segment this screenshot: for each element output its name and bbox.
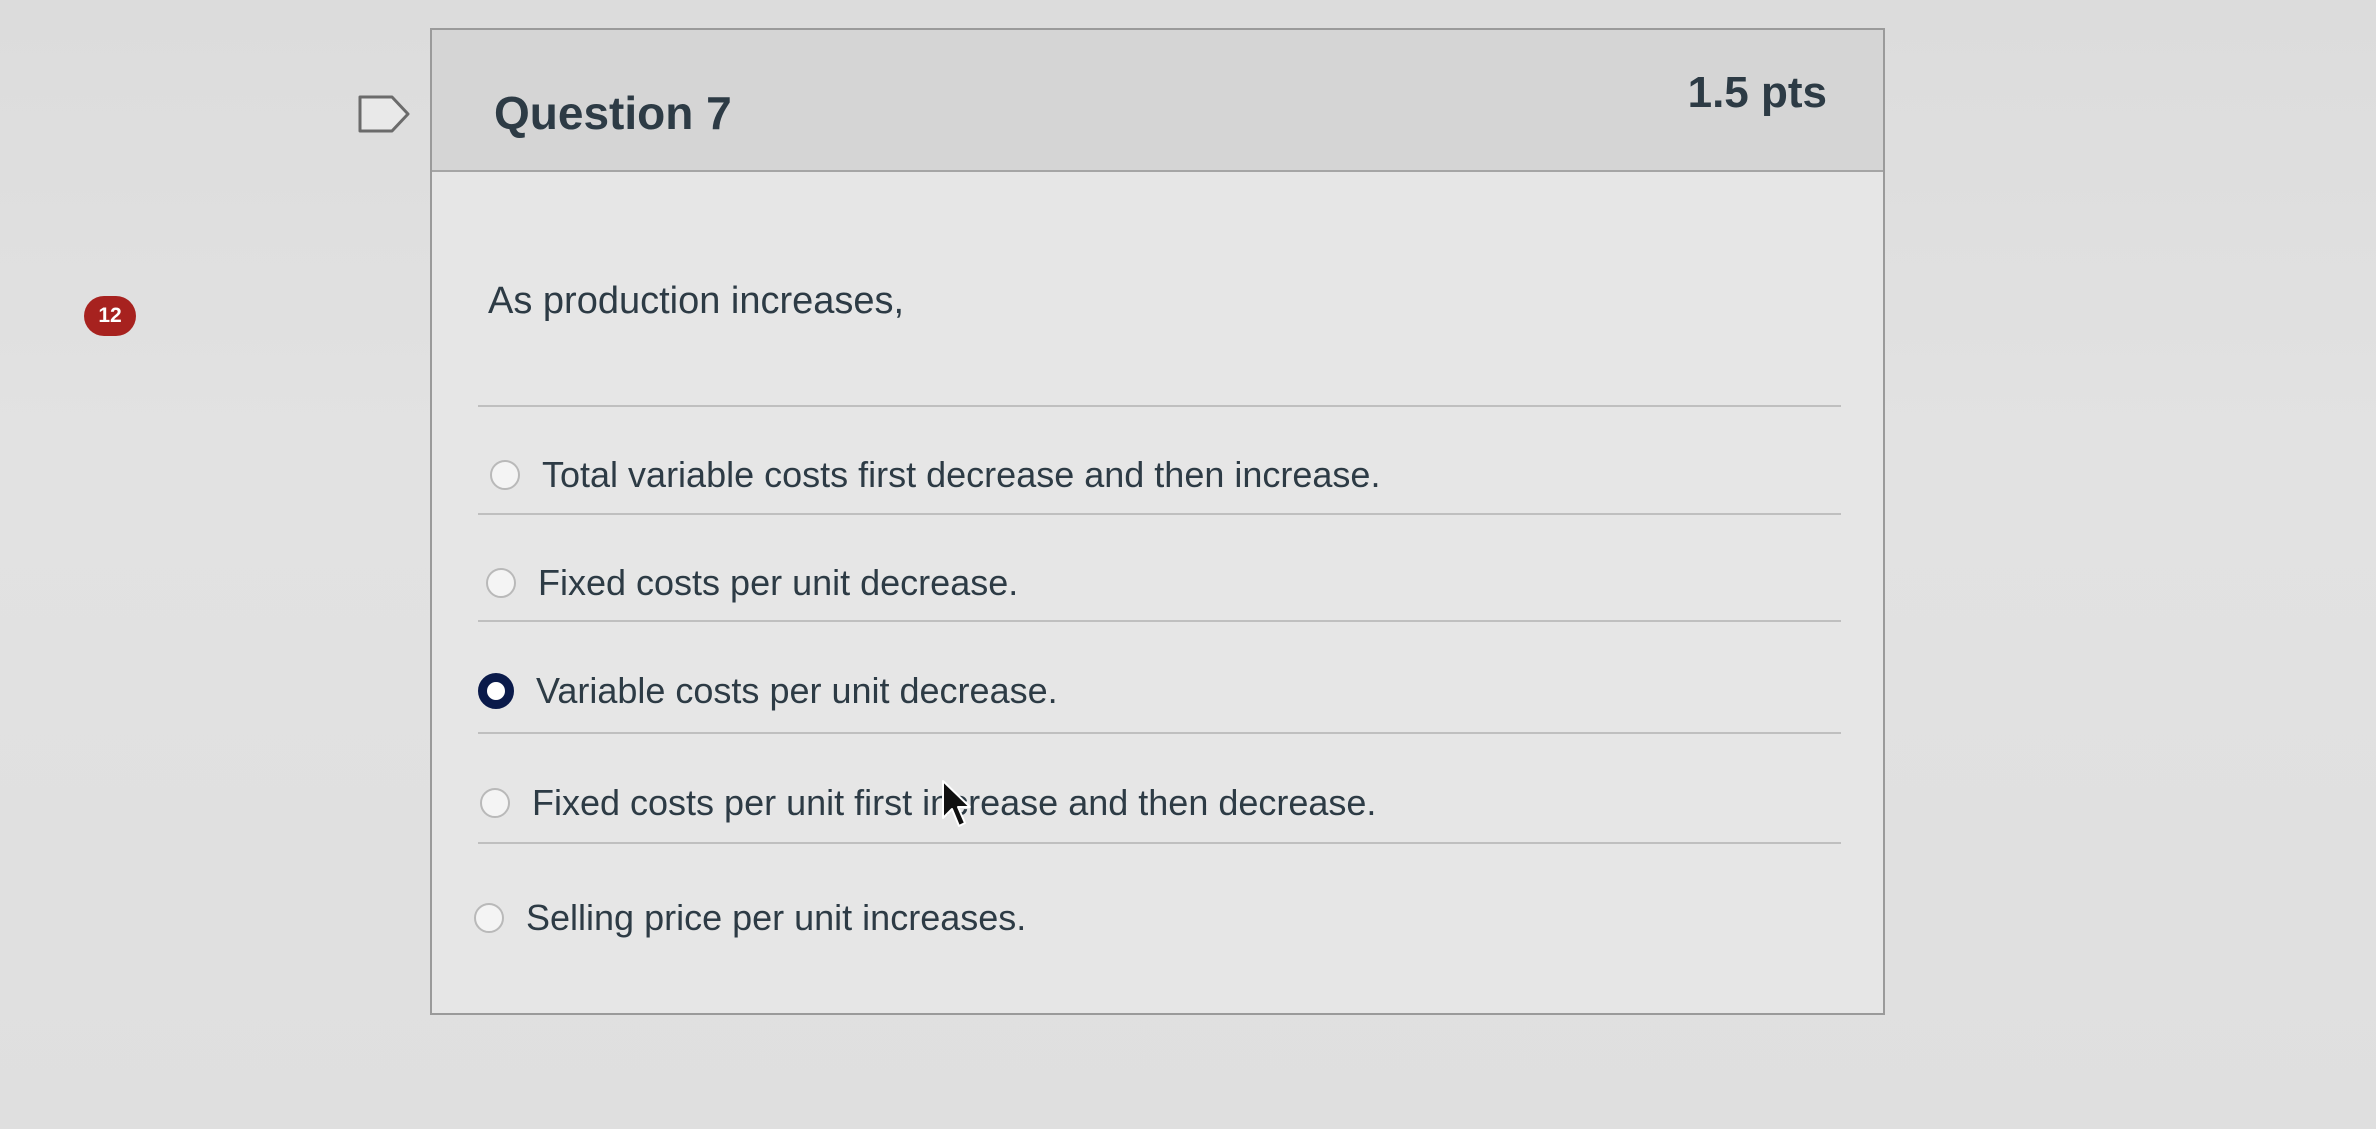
question-header: Question 7 1.5 pts xyxy=(432,30,1883,172)
question-card: Question 7 1.5 pts As production increas… xyxy=(430,28,1885,1015)
question-title: Question 7 xyxy=(494,87,732,139)
answer-label: Fixed costs per unit decrease. xyxy=(538,562,1019,603)
answer-label: Variable costs per unit decrease. xyxy=(536,670,1058,711)
divider xyxy=(478,842,1841,844)
radio-button[interactable] xyxy=(490,460,520,490)
divider xyxy=(478,620,1841,622)
divider xyxy=(478,405,1841,407)
answer-option[interactable]: Fixed costs per unit first increase and … xyxy=(480,773,1376,833)
divider xyxy=(478,513,1841,515)
radio-button[interactable] xyxy=(480,788,510,818)
radio-button-selected[interactable] xyxy=(478,673,514,709)
question-points: 1.5 pts xyxy=(1687,68,1827,117)
answer-label: Selling price per unit increases. xyxy=(526,897,1027,938)
flag-icon[interactable] xyxy=(356,93,412,135)
answer-option[interactable]: Total variable costs first decrease and … xyxy=(490,445,1380,505)
radio-button[interactable] xyxy=(474,903,504,933)
answer-option[interactable]: Variable costs per unit decrease. xyxy=(478,661,1058,721)
answer-option[interactable]: Selling price per unit increases. xyxy=(474,888,1026,948)
mouse-pointer-icon xyxy=(942,780,971,827)
answer-option[interactable]: Fixed costs per unit decrease. xyxy=(486,553,1018,613)
radio-button[interactable] xyxy=(486,568,516,598)
divider xyxy=(478,732,1841,734)
unread-count-badge: 12 xyxy=(84,296,136,336)
question-text: As production increases, xyxy=(488,280,905,322)
answer-label: Total variable costs first decrease and … xyxy=(542,454,1381,495)
